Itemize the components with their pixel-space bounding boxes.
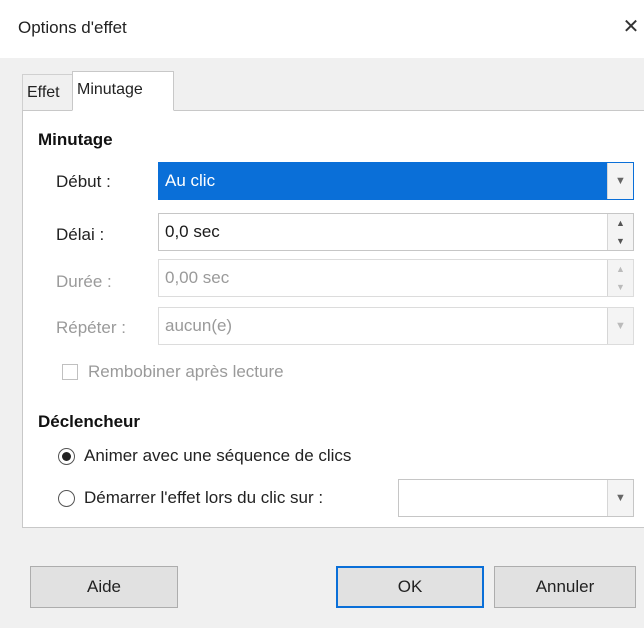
dialog-title: Options d'effet [18,18,127,37]
rewind-label: Rembobiner après lecture [88,362,284,381]
spin-up-icon: ▲ [608,260,633,278]
duration-stepper: ▲ ▼ [607,260,633,296]
repeat-select: aucun(e) ▼ [158,307,634,345]
repeat-select-value: aucun(e) [165,316,233,335]
duration-label: Durée : [56,272,112,291]
trigger-heading: Déclencheur [38,412,141,431]
delay-spinbox[interactable]: 0,0 sec ▲ ▼ [158,213,634,251]
tab-minutage[interactable]: Minutage [72,71,174,111]
cancel-button[interactable]: Annuler [494,566,636,608]
timing-heading: Minutage [38,130,113,149]
duration-spinbox: 0,00 sec ▲ ▼ [158,259,634,297]
chevron-down-icon[interactable]: ▼ [607,163,633,199]
start-select-value: Au clic [165,171,216,190]
spin-down-icon: ▼ [608,278,633,296]
trigger-shape-select[interactable]: ▼ [398,479,634,517]
radio-click-sequence[interactable] [58,448,75,465]
start-label: Début : [56,172,111,191]
chevron-down-icon[interactable]: ▼ [607,480,633,516]
repeat-label: Répéter : [56,318,126,337]
spin-up-icon[interactable]: ▲ [608,214,633,232]
duration-value: 0,00 sec [165,268,230,287]
spin-down-icon[interactable]: ▼ [608,232,633,250]
delay-value: 0,0 sec [165,222,220,241]
radio-start-on-click[interactable] [58,490,75,507]
close-icon[interactable]: ✕ [620,14,642,40]
radio-start-on-click-label[interactable]: Démarrer l'effet lors du clic sur : [84,488,323,508]
help-button[interactable]: Aide [30,566,178,608]
delay-label: Délai : [56,225,105,244]
chevron-down-icon: ▼ [607,308,633,344]
delay-stepper[interactable]: ▲ ▼ [607,214,633,250]
tab-effet[interactable]: Effet [22,74,74,110]
radio-click-sequence-label[interactable]: Animer avec une séquence de clics [84,446,351,466]
ok-button[interactable]: OK [336,566,484,608]
dialog-titlebar: Options d'effet ✕ [0,0,644,58]
rewind-checkbox [62,364,78,380]
start-select[interactable]: Au clic ▼ [158,162,634,200]
